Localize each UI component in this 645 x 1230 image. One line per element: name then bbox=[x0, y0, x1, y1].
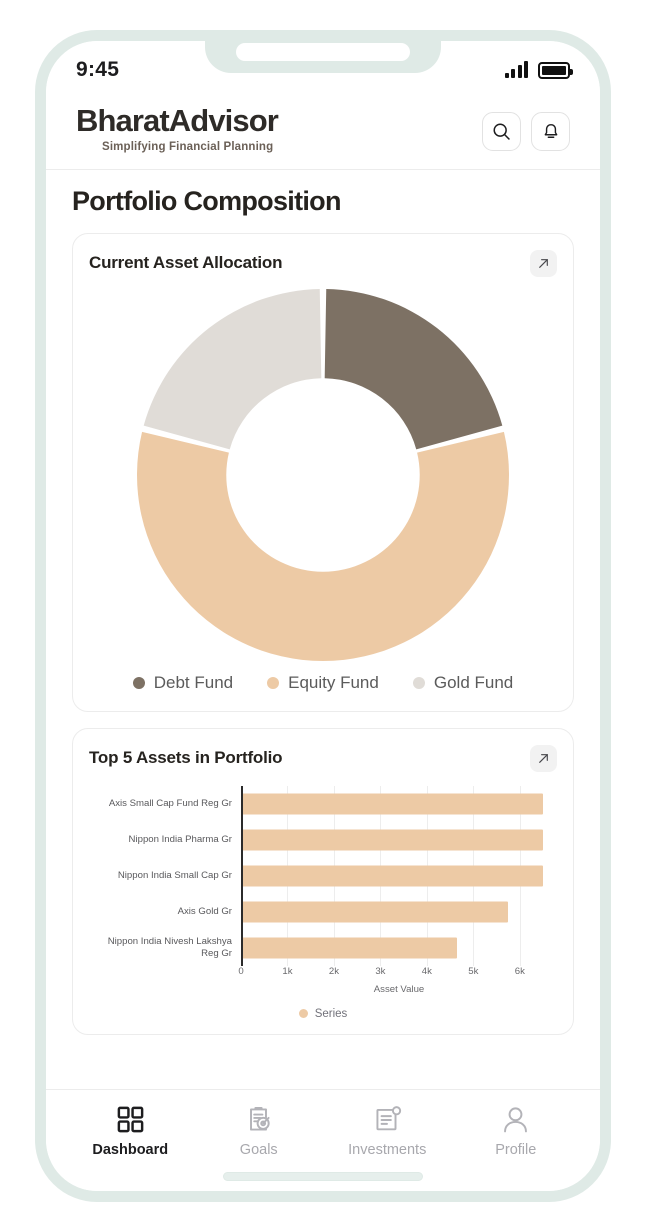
bar-legend: Series bbox=[89, 995, 557, 1024]
assets-card-title: Top 5 Assets in Portfolio bbox=[89, 748, 283, 768]
asset-allocation-card: Current Asset Allocation Debt Fund Equity… bbox=[72, 232, 574, 712]
x-axis-tick-label: 2k bbox=[328, 965, 340, 977]
battery-full-icon bbox=[538, 61, 573, 79]
header-actions bbox=[482, 105, 570, 151]
person-icon bbox=[504, 1107, 528, 1133]
bar-track bbox=[241, 822, 557, 858]
bar-category-label: Axis Gold Gr bbox=[177, 905, 232, 917]
series-legend-dot bbox=[298, 1009, 308, 1019]
x-axis-tick-label: 4k bbox=[421, 965, 432, 977]
nav-item-profile[interactable]: Profile bbox=[452, 1104, 581, 1158]
donut-slice[interactable] bbox=[137, 431, 509, 661]
legend-color-dot bbox=[412, 676, 425, 689]
status-indicators bbox=[504, 61, 573, 79]
allocation-expand-button[interactable] bbox=[530, 249, 557, 277]
series-legend-label: Series bbox=[314, 1007, 348, 1020]
phone-screen: 9:45 BharatAdvisor Simplifying Financial… bbox=[46, 41, 600, 1191]
grid-icon bbox=[117, 1106, 144, 1133]
bar-row: Nippon India Small Cap Gr bbox=[89, 858, 557, 894]
nav-item-investments[interactable]: Investments bbox=[323, 1104, 452, 1158]
bar-fill[interactable] bbox=[241, 793, 544, 815]
donut-slice[interactable] bbox=[324, 288, 503, 449]
nav-item-dashboard[interactable]: Dashboard bbox=[66, 1104, 195, 1158]
x-axis-tick-label: 0 bbox=[238, 965, 244, 977]
x-axis-tick-label: 6k bbox=[514, 965, 525, 977]
nav-label-profile: Profile bbox=[495, 1142, 537, 1158]
notifications-button[interactable] bbox=[531, 112, 570, 151]
bar-row: Axis Gold Gr bbox=[89, 894, 557, 930]
top-assets-bar-chart: Axis Small Cap Fund Reg Gr Nippon India P… bbox=[89, 776, 557, 1024]
legend-item[interactable]: Gold Fund bbox=[412, 672, 514, 693]
bar-rows: Axis Small Cap Fund Reg Gr Nippon India P… bbox=[89, 786, 557, 966]
bar-row: Axis Small Cap Fund Reg Gr bbox=[89, 786, 557, 822]
legend-label: Equity Fund bbox=[288, 672, 379, 692]
assets-expand-button[interactable] bbox=[530, 744, 557, 772]
legend-item[interactable]: Equity Fund bbox=[267, 673, 379, 693]
x-axis-tick-label: 5k bbox=[468, 965, 479, 977]
bar-fill[interactable] bbox=[241, 865, 544, 887]
main-content: Portfolio Composition Current Asset Allo… bbox=[46, 170, 600, 1089]
donut-slice[interactable] bbox=[143, 288, 322, 449]
clipboard-target-icon bbox=[250, 1107, 270, 1131]
bottom-navigation: Dashboard Goals Investments Profile bbox=[46, 1089, 600, 1166]
phone-notch bbox=[205, 41, 441, 73]
arrow-up-right-icon bbox=[539, 753, 548, 763]
assets-card-header: Top 5 Assets in Portfolio bbox=[89, 744, 557, 772]
bar-track bbox=[241, 894, 557, 930]
signal-bars-icon bbox=[504, 61, 528, 78]
top-assets-card: Top 5 Assets in Portfolio Axis Small Cap… bbox=[72, 727, 574, 1035]
bar-fill[interactable] bbox=[241, 937, 458, 959]
legend-color-dot bbox=[267, 676, 280, 689]
phone-frame: 9:45 BharatAdvisor Simplifying Financial… bbox=[35, 30, 611, 1202]
brand-block: BharatAdvisor Simplifying Financial Plan… bbox=[76, 103, 279, 153]
allocation-donut-chart bbox=[89, 281, 557, 663]
bell-icon bbox=[544, 123, 557, 138]
bar-x-axis-title: Asset Value bbox=[373, 983, 425, 995]
nav-label-goals: Goals bbox=[239, 1142, 278, 1158]
bar-track bbox=[241, 930, 557, 966]
document-icon bbox=[376, 1106, 401, 1131]
nav-item-goals[interactable]: Goals bbox=[195, 1104, 324, 1158]
nav-label-investments: Investments bbox=[348, 1142, 427, 1158]
home-indicator-bar bbox=[223, 1172, 423, 1181]
arrow-up-right-icon bbox=[539, 258, 548, 268]
page-title: Portfolio Composition bbox=[72, 185, 341, 216]
bar-track bbox=[241, 858, 557, 894]
x-axis-tick-label: 3k bbox=[375, 965, 386, 977]
allocation-legend: Debt Fund Equity Fund Gold Fund bbox=[89, 663, 557, 701]
legend-label: Gold Fund bbox=[433, 672, 514, 692]
bar-row: Nippon India Nivesh Lakshya Reg Gr bbox=[89, 930, 557, 966]
bar-category-label: Axis Small Cap Fund Reg Gr bbox=[108, 797, 232, 809]
brand-tagline: Simplifying Financial Planning bbox=[102, 140, 274, 153]
bar-category-label: Nippon India Nivesh Lakshya Reg Gr bbox=[107, 935, 232, 959]
bar-fill[interactable] bbox=[241, 829, 544, 851]
allocation-card-header: Current Asset Allocation bbox=[89, 249, 557, 277]
bar-category-label: Nippon India Pharma Gr bbox=[128, 833, 232, 845]
notch-speaker bbox=[236, 43, 410, 61]
bar-track bbox=[241, 786, 557, 822]
legend-item[interactable]: Debt Fund bbox=[132, 672, 234, 693]
legend-color-dot bbox=[132, 676, 145, 689]
search-icon bbox=[493, 123, 510, 140]
allocation-card-title: Current Asset Allocation bbox=[89, 253, 283, 273]
bar-fill[interactable] bbox=[241, 901, 509, 923]
bar-x-axis: 0 1k 2k 3k 4k 5k 6k bbox=[238, 965, 557, 983]
search-button[interactable] bbox=[482, 112, 521, 151]
status-bar: 9:45 bbox=[46, 41, 600, 99]
legend-label: Debt Fund bbox=[153, 672, 234, 692]
bar-plot-area: Axis Small Cap Fund Reg Gr Nippon India P… bbox=[89, 785, 557, 966]
nav-label-dashboard: Dashboard bbox=[92, 1142, 169, 1158]
bar-y-axis-line bbox=[241, 785, 243, 966]
home-indicator bbox=[46, 1166, 600, 1191]
donut-svg bbox=[137, 288, 509, 661]
bar-row: Nippon India Pharma Gr bbox=[89, 822, 557, 858]
status-time: 9:45 bbox=[76, 58, 120, 81]
brand-name: BharatAdvisor bbox=[76, 103, 279, 138]
app-header: BharatAdvisor Simplifying Financial Plan… bbox=[46, 99, 600, 170]
bar-category-label: Nippon India Small Cap Gr bbox=[117, 869, 232, 881]
x-axis-tick-label: 1k bbox=[282, 965, 293, 977]
